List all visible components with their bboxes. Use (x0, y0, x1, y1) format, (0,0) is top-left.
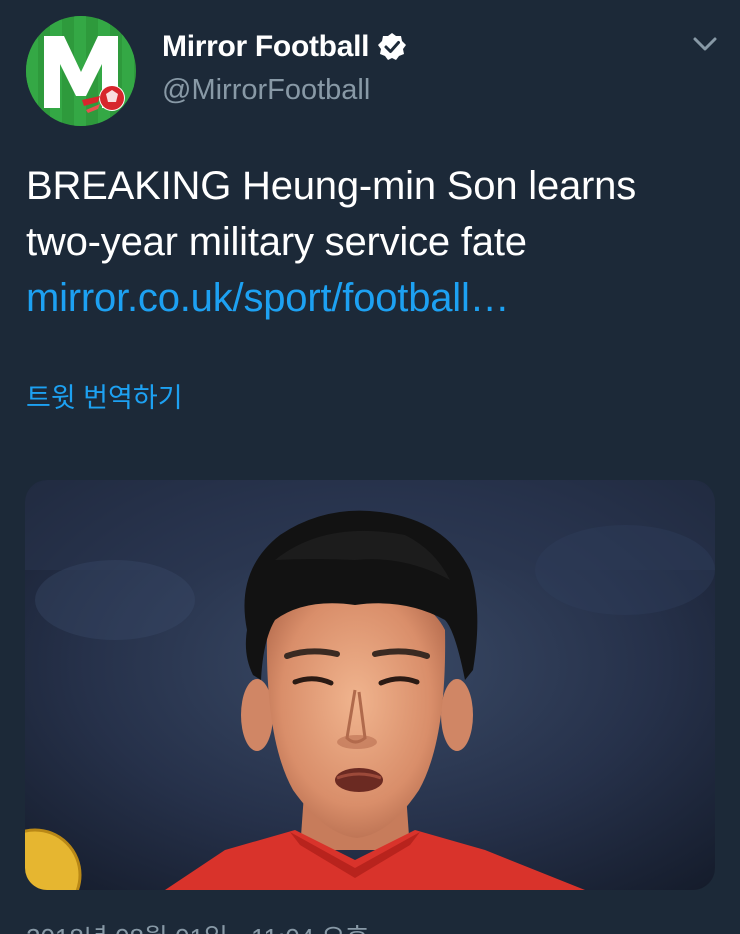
translate-tweet-link[interactable]: 트윗 번역하기 (26, 376, 183, 415)
photo-of-football-player-icon (25, 480, 715, 890)
verified-badge-icon (378, 33, 407, 60)
tweet-media-photo[interactable] (25, 480, 715, 890)
tweet-timestamp: 2018년 08월 01일 · 11:04 오후 (26, 918, 369, 934)
tweet-link[interactable]: mirror.co.uk/sport/football… (26, 270, 726, 326)
display-name: Mirror Football (162, 30, 370, 63)
profile-avatar[interactable] (26, 16, 136, 126)
tweet-text-line-2: two-year military service fate (26, 220, 527, 264)
mirror-football-logo-icon (26, 16, 136, 126)
chevron-down-icon[interactable] (690, 32, 720, 56)
account-handle[interactable]: @MirrorFootball (162, 74, 370, 107)
tweet-card: Mirror Football @MirrorFootball BREAKING… (0, 0, 740, 934)
display-name-row[interactable]: Mirror Football (162, 30, 407, 64)
tweet-text-line-1: BREAKING Heung-min Son learns (26, 164, 637, 208)
tweet-text: BREAKING Heung-min Son learns two-year m… (26, 158, 726, 326)
